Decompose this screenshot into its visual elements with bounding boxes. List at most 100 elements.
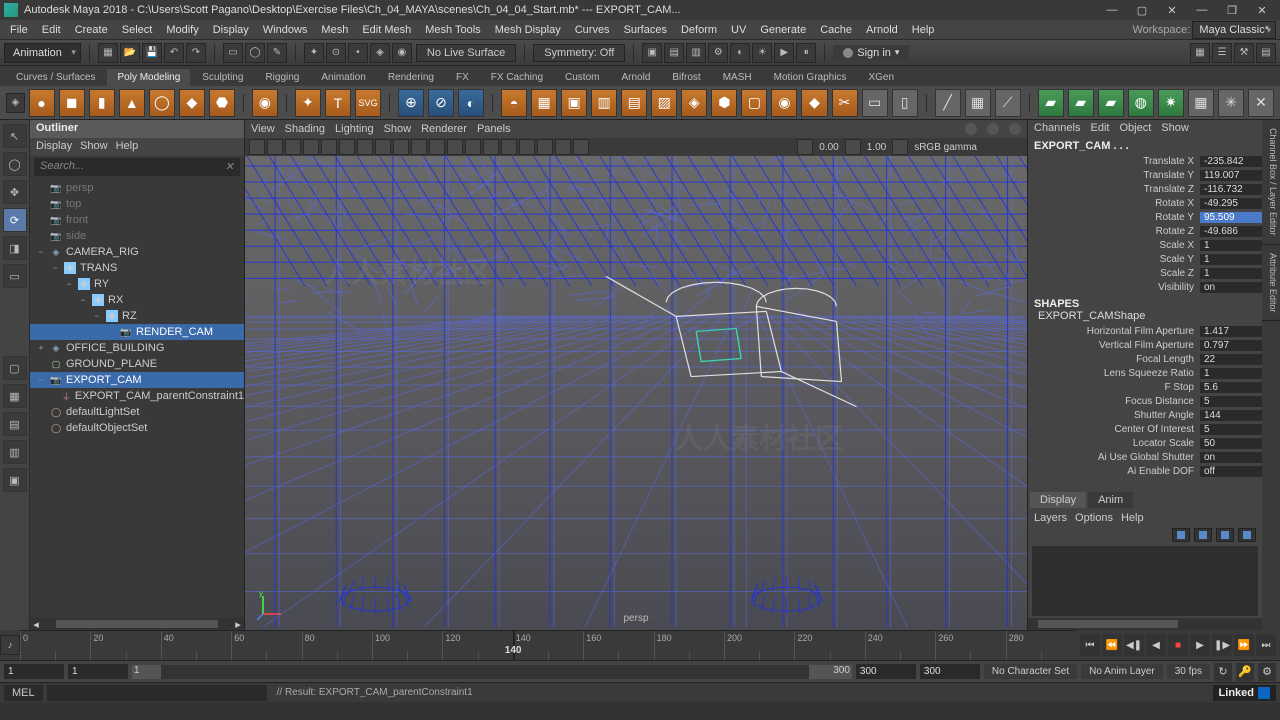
boolean-icon[interactable]: ◓ [501,89,527,117]
vp-xray-icon[interactable] [555,139,571,155]
vp-image-plane-icon[interactable] [285,139,301,155]
cmd-lang-button[interactable]: MEL [4,685,43,701]
collapse-icon[interactable]: ⬢ [711,89,737,117]
poly-disc-icon[interactable]: ⬣ [209,89,235,117]
ipr-icon[interactable]: ▤ [664,43,684,63]
super-icon[interactable]: ✦ [295,89,321,117]
last-tool-icon[interactable]: ▭ [3,264,27,288]
chan-menu-channels[interactable]: Channels [1034,122,1080,136]
loop-icon[interactable]: ↻ [1214,663,1232,681]
shelf-tab-mash[interactable]: MASH [713,69,762,86]
shelf-tab-fxcaching[interactable]: FX Caching [481,69,553,86]
attr-row[interactable]: F Stop5.6 [1028,380,1262,394]
minimize-button[interactable]: — [1098,1,1126,19]
attr-row[interactable]: Focal Length22 [1028,352,1262,366]
vp-bookmark-icon[interactable] [267,139,283,155]
record-icon[interactable]: ■ [1168,634,1188,656]
sculpt1-icon[interactable]: ▰ [1038,89,1064,117]
vp-2d-pan-icon[interactable] [303,139,319,155]
paint-select-icon[interactable]: ✎ [267,43,287,63]
playblast-icon[interactable]: ▶ [774,43,794,63]
poly-sphere-icon[interactable]: ● [29,89,55,117]
quad-draw-icon[interactable]: ▦ [965,89,991,117]
outliner-item[interactable]: −✚TRANS [30,260,244,276]
close-sub-button[interactable]: ✕ [1158,1,1186,19]
attr-row[interactable]: Rotate Z-49.686 [1028,224,1262,238]
vp-isolate-icon[interactable] [537,139,553,155]
step-fwd-icon[interactable]: ❚▶ [1212,634,1232,656]
attr-row[interactable]: Shutter Angle144 [1028,408,1262,422]
menu-mesh[interactable]: Mesh [315,22,354,38]
attr-row[interactable]: Lens Squeeze Ratio1 [1028,366,1262,380]
sidetab-channelbox[interactable]: Channel Box / Layer Editor [1262,120,1280,245]
vp-colorspace-icon[interactable] [892,139,908,155]
merge-icon[interactable]: ◉ [771,89,797,117]
detach-icon[interactable]: ▢ [741,89,767,117]
outliner-item[interactable]: −◈CAMERA_RIG [30,244,244,260]
vp-exposure-icon[interactable] [797,139,813,155]
out-persp-icon[interactable]: ▤ [3,412,27,436]
vp-safe-title-icon[interactable] [429,139,445,155]
render-icon[interactable]: ▣ [642,43,662,63]
workspace-dropdown[interactable]: Maya Classic* [1192,21,1276,39]
menu-select[interactable]: Select [116,22,159,38]
vp-exposure-val[interactable]: 0.00 [815,142,842,153]
shelf-tab-xgen[interactable]: XGen [858,69,904,86]
anim-layer-dropdown[interactable]: No Anim Layer [1081,664,1163,679]
vp-shaded-icon[interactable] [465,139,481,155]
go-end-icon[interactable]: ⏭ [1256,634,1276,656]
shelf-tab-fx[interactable]: FX [446,69,479,86]
vp-res-gate-icon[interactable] [357,139,373,155]
outliner-search[interactable]: Search... [34,158,240,176]
outliner-item[interactable]: −📷EXPORT_CAM [30,372,244,388]
vp-gate-mask-icon[interactable] [375,139,391,155]
tool-panel-icon[interactable]: ⚒ [1234,43,1254,63]
vp-select-cam-icon[interactable] [249,139,265,155]
view-menu-show[interactable]: Show [384,123,412,135]
vp-lights-icon[interactable] [501,139,517,155]
menu-generate[interactable]: Generate [754,22,812,38]
attr-row[interactable]: Rotate X-49.295 [1028,196,1262,210]
range-slider-track[interactable]: 1 300 [132,665,852,679]
select-tool-icon[interactable]: ↖ [3,124,27,148]
attr-row[interactable]: Scale Y1 [1028,252,1262,266]
live-surface-dropdown[interactable]: No Live Surface [416,44,516,62]
poly-cube-icon[interactable]: ◼ [59,89,85,117]
layer-btn4-icon[interactable] [1238,528,1256,542]
saved-layout-icon[interactable]: ▣ [3,468,27,492]
outliner-item[interactable]: ⏚EXPORT_CAM_parentConstraint1 [30,388,244,404]
outliner-item[interactable]: 📷side [30,228,244,244]
extrude-icon[interactable]: ▣ [561,89,587,117]
shelf-tab-rendering[interactable]: Rendering [378,69,444,86]
rotate-tool-icon[interactable]: ⟳ [3,208,27,232]
attr-row[interactable]: Scale Z1 [1028,266,1262,280]
attr-panel-icon[interactable]: ☰ [1212,43,1232,63]
sculpt3-icon[interactable]: ▰ [1098,89,1124,117]
snap-live-icon[interactable]: ◉ [392,43,412,63]
shelf-tab-curves[interactable]: Curves / Surfaces [6,69,105,86]
attr-row[interactable]: Ai Use Global Shutteron [1028,450,1262,464]
range-end-field[interactable] [920,664,980,679]
outliner-menu-display[interactable]: Display [36,140,72,154]
menu-create[interactable]: Create [69,22,114,38]
layer-btn1-icon[interactable] [1172,528,1190,542]
cmd-input[interactable] [47,685,267,701]
shelf-tab-bifrost[interactable]: Bifrost [662,69,710,86]
character-set-dropdown[interactable]: No Character Set [984,664,1077,679]
menu-display[interactable]: Display [207,22,255,38]
poly-plane-icon[interactable]: ◆ [179,89,205,117]
chan-panel-icon[interactable]: ▤ [1256,43,1276,63]
go-start-icon[interactable]: ⏮ [1080,634,1100,656]
outliner-item[interactable]: 📷top [30,196,244,212]
platonic-icon[interactable]: ◉ [252,89,278,117]
menu-meshtools[interactable]: Mesh Tools [419,22,486,38]
view-menu-view[interactable]: View [251,123,275,135]
layer-btn3-icon[interactable] [1216,528,1234,542]
display-tab[interactable]: Display [1030,492,1086,508]
step-back-icon[interactable]: ◀❚ [1124,634,1144,656]
layers-menu-layers[interactable]: Layers [1034,512,1067,524]
shape-name[interactable]: EXPORT_CAMShape [1028,310,1262,324]
symmetry-dropdown[interactable]: Symmetry: Off [533,44,625,62]
shelf-tab-motiongraphics[interactable]: Motion Graphics [764,69,857,86]
crease-icon[interactable]: ╱ [935,89,961,117]
